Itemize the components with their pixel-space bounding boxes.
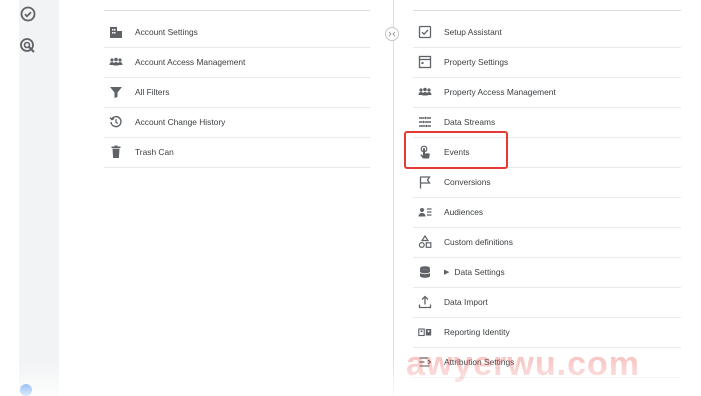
account-access-management-item[interactable]: Account Access Management [104,48,370,78]
flag-icon [418,175,432,189]
bottom-fade [0,360,701,396]
upload-icon [418,295,432,309]
audiences-item[interactable]: Audiences [413,198,681,228]
data-import-item[interactable]: Data Import [413,288,681,318]
data-streams-label: Data Streams [444,117,496,128]
database-icon [418,265,432,279]
filter-icon [109,85,123,99]
setup-assistant-item[interactable]: Setup Assistant [413,18,681,48]
events-highlight-box [404,131,508,169]
account-change-history-item[interactable]: Account Change History [104,108,370,138]
identity-icon [418,325,432,339]
property-icon [418,55,432,69]
data-import-label: Data Import [444,297,488,308]
account-change-history-label: Account Change History [135,117,226,128]
account-settings-label: Account Settings [135,27,198,38]
collapse-arrows-icon [388,31,396,37]
conversions-label: Conversions [444,177,491,188]
reporting-identity-label: Reporting Identity [444,327,510,338]
data-settings-item[interactable]: ▶ Data Settings [413,258,681,288]
nav-rail-background [19,0,59,396]
account-access-management-label: Account Access Management [135,57,246,68]
property-settings-item[interactable]: Property Settings [413,48,681,78]
building-icon [109,25,123,39]
collapse-toggle-button[interactable] [385,27,399,41]
shapes-icon [418,235,432,249]
trash-can-label: Trash Can [135,147,174,158]
reports-icon[interactable] [19,5,37,23]
nav-rail [0,0,60,396]
trash-icon [109,145,123,159]
all-filters-item[interactable]: All Filters [104,78,370,108]
streams-icon [418,115,432,129]
property-access-management-item[interactable]: Property Access Management [413,78,681,108]
reporting-identity-item[interactable]: Reporting Identity [413,318,681,348]
account-column-top-border [104,10,370,11]
setup-assistant-label: Setup Assistant [444,27,502,38]
account-settings-item[interactable]: Account Settings [104,18,370,48]
custom-definitions-label: Custom definitions [444,237,513,248]
conversions-item[interactable]: Conversions [413,168,681,198]
trash-can-item[interactable]: Trash Can [104,138,370,168]
history-icon [109,115,123,129]
audiences-label: Audiences [444,207,484,218]
people-icon [109,55,123,69]
column-divider [393,0,394,396]
checkbox-icon [418,25,432,39]
custom-definitions-item[interactable]: Custom definitions [413,228,681,258]
advertising-icon[interactable] [19,37,37,55]
all-filters-label: All Filters [135,87,170,98]
property-access-management-label: Property Access Management [444,87,556,98]
data-settings-label: Data Settings [454,267,505,278]
property-column-top-border [413,10,681,11]
audience-icon [418,205,432,219]
expand-arrow-icon[interactable]: ▶ [444,268,449,276]
property-settings-label: Property Settings [444,57,509,68]
people-icon [418,85,432,99]
